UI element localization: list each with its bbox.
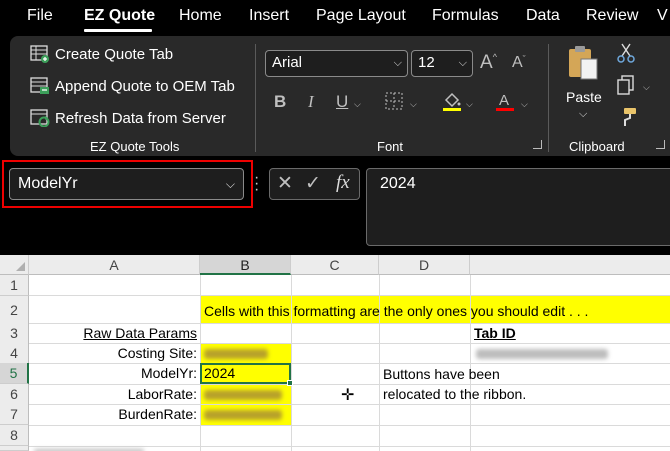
gridline xyxy=(29,295,670,296)
insert-function-icon[interactable]: fx xyxy=(336,172,350,194)
font-color-icon[interactable]: A xyxy=(494,90,516,117)
raw-data-params-header: Raw Data Params xyxy=(83,325,197,341)
ribbon-separator xyxy=(548,44,549,152)
gridline xyxy=(29,446,670,447)
chevron-down-icon[interactable]: ⌵ xyxy=(521,99,528,110)
font-size-value: 12 xyxy=(418,54,435,71)
menu-review[interactable]: Review xyxy=(586,0,638,32)
menu-view-partial[interactable]: V xyxy=(657,0,668,32)
chevron-down-icon: ⌵ xyxy=(225,177,235,191)
column-header-a[interactable]: A xyxy=(29,255,200,275)
row-header-3[interactable]: 3 xyxy=(0,323,29,344)
paste-label: Paste xyxy=(566,89,602,105)
active-tab-indicator xyxy=(84,29,152,32)
row-header-9[interactable] xyxy=(0,446,29,451)
refresh-data-button[interactable]: Refresh Data from Server xyxy=(30,107,226,129)
row-header-5[interactable]: 5 xyxy=(0,363,29,384)
italic-icon[interactable]: I xyxy=(308,92,314,112)
chevron-down-icon: ⌵ xyxy=(458,57,467,69)
chevron-down-icon: ⌵ xyxy=(579,108,588,120)
costing-site-label: Costing Site: xyxy=(117,345,197,361)
formula-controls: ✕ ✓ fx xyxy=(269,168,360,200)
refresh-data-label: Refresh Data from Server xyxy=(55,109,226,127)
menu-data[interactable]: Data xyxy=(526,0,560,32)
append-quote-label: Append Quote to OEM Tab xyxy=(55,77,235,95)
burden-rate-label: BurdenRate: xyxy=(118,406,197,422)
font-size-dropdown[interactable]: 12 ⌵ xyxy=(411,50,473,77)
column-header-c[interactable]: C xyxy=(291,255,379,275)
tab-id-header: Tab ID xyxy=(474,325,516,341)
font-dialog-launcher[interactable] xyxy=(533,140,542,149)
column-header-b[interactable]: B xyxy=(200,255,291,275)
append-quote-button[interactable]: Append Quote to OEM Tab xyxy=(30,75,235,97)
font-name-dropdown[interactable]: Arial ⌵ xyxy=(265,50,408,77)
paste-icon xyxy=(566,44,600,87)
font-group-label: Font xyxy=(377,139,404,154)
chevron-down-icon[interactable]: ⌵ xyxy=(466,99,473,110)
enter-icon[interactable]: ✓ xyxy=(305,172,321,195)
note-line-2: relocated to the ribbon. xyxy=(383,386,527,402)
column-header-e[interactable] xyxy=(470,255,670,275)
ribbon-separator xyxy=(255,44,256,152)
menu-bar: File EZ Quote Home Insert Page Layout Fo… xyxy=(0,0,670,32)
active-cell-selection[interactable] xyxy=(200,363,291,384)
cut-icon[interactable] xyxy=(617,42,635,69)
chevron-down-icon[interactable]: ⌵ xyxy=(643,82,650,93)
underline-icon[interactable]: U xyxy=(336,92,348,112)
ez-quote-group-label: EZ Quote Tools xyxy=(90,139,180,154)
clipboard-group-label: Clipboard xyxy=(569,139,625,154)
row-header-8[interactable]: 8 xyxy=(0,425,29,446)
column-header-d[interactable]: D xyxy=(379,255,470,275)
menu-home[interactable]: Home xyxy=(179,0,222,32)
labor-rate-label: LaborRate: xyxy=(127,386,197,402)
redacted-burden-rate[interactable] xyxy=(204,410,282,420)
format-painter-icon[interactable] xyxy=(616,106,638,133)
paste-button[interactable]: Paste ⌵ xyxy=(562,42,604,124)
row-header-2[interactable]: 2 xyxy=(0,296,29,324)
font-name-value: Arial xyxy=(272,54,303,71)
edit-instructions-banner: Cells with this formatting are the only … xyxy=(204,303,589,319)
row-header-6[interactable]: 6 xyxy=(0,384,29,405)
borders-icon[interactable] xyxy=(384,91,404,116)
name-box-value: ModelYr xyxy=(18,175,78,192)
formula-input[interactable]: 2024 xyxy=(366,168,670,246)
name-box[interactable]: ModelYr ⌵ xyxy=(9,168,244,200)
refresh-icon xyxy=(30,109,50,128)
chevron-down-icon: ⌵ xyxy=(393,57,402,69)
clipboard-dialog-launcher[interactable] xyxy=(656,140,665,149)
bold-icon[interactable]: B xyxy=(274,92,286,112)
select-all-triangle xyxy=(16,262,25,271)
grow-font-icon[interactable]: A^ xyxy=(480,52,497,74)
redacted-tab-id[interactable] xyxy=(476,349,608,359)
chevron-down-icon[interactable]: ⌵ xyxy=(410,99,417,110)
create-quote-tab-label: Create Quote Tab xyxy=(55,45,174,63)
row-header-4[interactable]: 4 xyxy=(0,343,29,364)
gridline xyxy=(29,425,670,426)
create-quote-tab-button[interactable]: Create Quote Tab xyxy=(30,43,173,65)
menu-insert[interactable]: Insert xyxy=(249,0,289,32)
menu-file[interactable]: File xyxy=(27,0,53,32)
mouse-cursor-icon: ✛ xyxy=(341,387,355,404)
append-icon xyxy=(30,77,50,95)
row-header-1[interactable]: 1 xyxy=(0,275,29,296)
copy-icon[interactable] xyxy=(616,74,636,101)
row-header-7[interactable]: 7 xyxy=(0,404,29,425)
menu-page-layout[interactable]: Page Layout xyxy=(316,0,406,32)
fill-color-icon[interactable] xyxy=(441,90,463,117)
cancel-icon[interactable]: ✕ xyxy=(277,172,293,195)
note-line-1: Buttons have been xyxy=(383,366,500,382)
create-tab-icon xyxy=(30,45,50,63)
fill-handle[interactable] xyxy=(287,380,293,386)
menu-formulas[interactable]: Formulas xyxy=(432,0,499,32)
redacted-costing-site[interactable] xyxy=(204,349,268,359)
svg-text:A: A xyxy=(499,92,509,109)
more-options-icon[interactable]: · · · xyxy=(254,170,259,198)
redacted-labor-rate[interactable] xyxy=(204,390,282,400)
menu-ez-quote[interactable]: EZ Quote xyxy=(84,0,155,32)
shrink-font-icon[interactable]: Aˇ xyxy=(512,54,526,72)
chevron-down-icon[interactable]: ⌵ xyxy=(354,99,361,110)
model-yr-label: ModelYr: xyxy=(140,365,197,381)
